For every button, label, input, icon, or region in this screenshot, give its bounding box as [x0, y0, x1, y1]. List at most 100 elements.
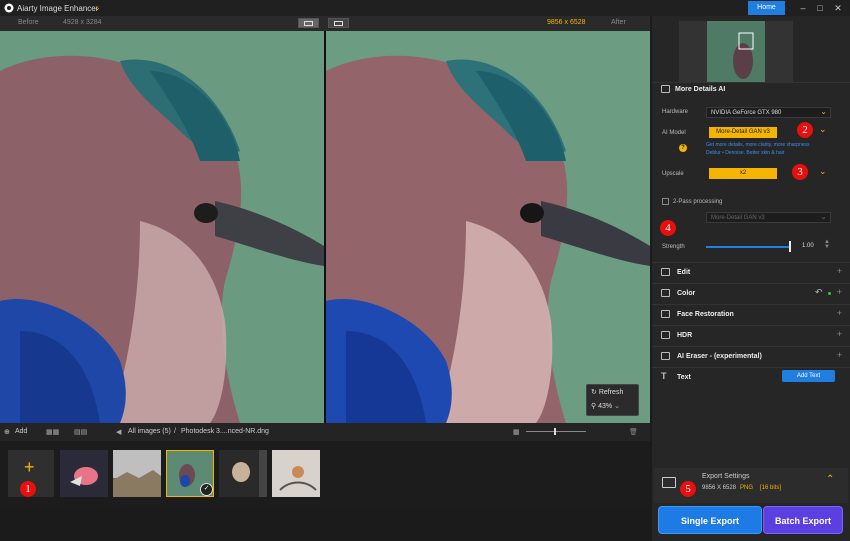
export-settings-icon [662, 477, 676, 488]
maximize-icon[interactable]: □ [814, 2, 826, 14]
stepper-icon[interactable]: ▲ ▼ [824, 239, 830, 250]
upscale-select[interactable]: x2 [709, 168, 777, 179]
before-label: Before [18, 19, 39, 26]
bird-image-before [0, 31, 324, 423]
thumbnail-flamingo[interactable] [60, 450, 108, 497]
strength-label: Strength [662, 244, 685, 250]
hardware-label: Hardware [662, 109, 689, 115]
close-icon[interactable]: ✕ [832, 2, 844, 14]
two-pass-model-value: More-Detail GAN v3 [711, 215, 765, 221]
text-icon: T [661, 371, 667, 381]
hardware-select[interactable]: NVIDIA GeForce GTX 980 ⌄ [706, 107, 831, 118]
film-icon[interactable]: ▤▤ [74, 428, 87, 436]
plus-icon[interactable]: + [837, 329, 842, 339]
add-button[interactable]: Add [15, 428, 27, 435]
plus-icon[interactable]: ⊕ [4, 428, 10, 436]
app-logo-icon [4, 3, 14, 13]
before-image-view[interactable] [0, 31, 324, 423]
chevron-down-icon[interactable]: ⌄ [614, 403, 620, 410]
bird-image-after [326, 31, 650, 423]
app-title: Aiarty Image Enhancer [17, 4, 99, 13]
export-size: 9856 X 6528 [702, 485, 737, 491]
thumbnail-strip: + ✓ 1 [0, 441, 650, 508]
section-edit[interactable]: Edit [677, 269, 690, 276]
side-by-side-button[interactable] [328, 18, 349, 28]
minimize-icon[interactable]: – [797, 2, 809, 14]
section-title-more-details: More Details AI [675, 86, 726, 93]
chevron-up-icon[interactable]: ⌃ [826, 474, 834, 485]
refresh-button[interactable]: Refresh [599, 389, 624, 396]
thumbnail-size-slider[interactable] [526, 431, 586, 432]
zoom-icon: ⚲ [591, 403, 597, 410]
title-bar: Aiarty Image Enhancer ⌄ Home – □ ✕ [0, 0, 850, 16]
zoom-level[interactable]: 43% [598, 403, 612, 410]
split-view-button[interactable] [298, 18, 319, 28]
export-settings-label: Export Settings [702, 473, 750, 480]
all-images-link[interactable]: All images (5) [128, 428, 171, 435]
color-icon [661, 289, 670, 297]
section-text: Text [677, 374, 691, 381]
strength-slider[interactable] [706, 246, 790, 248]
strength-slider-handle[interactable] [789, 241, 791, 252]
face-restoration-icon [661, 310, 670, 318]
thumbnail-small-bird[interactable] [272, 450, 320, 497]
back-icon[interactable]: ◀ [116, 428, 121, 436]
section-color[interactable]: Color [677, 290, 695, 297]
callout-marker-2: 2 [797, 122, 813, 138]
section-face-restoration[interactable]: Face Restoration [677, 311, 734, 318]
upscale-label: Upscale [662, 171, 684, 177]
refresh-icon[interactable]: ↻ [591, 389, 597, 396]
navigator-preview[interactable] [679, 21, 793, 83]
chevron-down-icon[interactable]: ⌄ [94, 3, 101, 12]
plus-icon[interactable]: + [837, 350, 842, 360]
add-text-button[interactable]: Add Text [782, 370, 835, 382]
ai-model-select[interactable]: More-Detail GAN v3 [709, 127, 777, 138]
trash-icon[interactable]: 🗑 [629, 428, 638, 436]
image-icon: ▦ [513, 429, 520, 436]
after-label: After [611, 19, 626, 26]
section-hdr[interactable]: HDR [677, 332, 692, 339]
plus-icon[interactable]: + [837, 266, 842, 276]
two-pass-model-select[interactable]: More-Detail GAN v3 ⌄ [706, 212, 831, 223]
batch-export-button[interactable]: Batch Export [763, 506, 843, 534]
section-ai-eraser[interactable]: AI Eraser - (experimental) [677, 353, 762, 360]
after-size: 9856 x 6528 [547, 19, 586, 26]
home-button[interactable]: Home [748, 1, 785, 15]
slider-handle[interactable] [554, 428, 556, 435]
status-area [0, 508, 650, 541]
grid-icon[interactable]: ▦▦ [46, 428, 59, 436]
chevron-down-icon: ⌄ [820, 212, 827, 221]
zoom-controls: ↻ Refresh ⚲ 43% ⌄ [586, 384, 639, 416]
more-details-icon [661, 85, 670, 93]
plus-icon[interactable]: + [837, 287, 842, 297]
callout-marker-4: 4 [660, 220, 676, 236]
undo-icon[interactable]: ↶ [815, 287, 823, 298]
plus-icon: + [24, 457, 35, 477]
compare-bar: Before 4928 x 3284 9856 x 6528 After [0, 16, 650, 31]
single-export-button[interactable]: Single Export [658, 506, 762, 534]
ai-model-label: AI Model [662, 130, 686, 136]
after-image-view[interactable] [326, 31, 650, 423]
two-pass-label: 2-Pass processing [673, 199, 723, 205]
callout-marker-1: 1 [20, 481, 36, 497]
chevron-down-icon[interactable]: ⌄ [819, 124, 827, 135]
hardware-value: NVIDIA GeForce GTX 980 [711, 110, 782, 116]
chevron-down-icon[interactable]: ⌄ [819, 166, 827, 177]
ai-model-description-1: Get more details, more clarity, more sha… [706, 142, 810, 148]
thumbnail-landscape[interactable] [113, 450, 161, 497]
before-size: 4928 x 3284 [63, 19, 102, 26]
help-icon[interactable]: ? [679, 144, 687, 152]
export-bits: [16 bits] [760, 485, 782, 491]
thumbnail-bird-dark[interactable] [219, 450, 267, 497]
checkmark-icon: ✓ [200, 483, 213, 496]
breadcrumb-separator: / [174, 428, 176, 435]
callout-marker-5: 5 [680, 481, 696, 497]
callout-marker-3: 3 [792, 164, 808, 180]
edit-icon [661, 268, 670, 276]
thumbnail-bird-selected[interactable]: ✓ [166, 450, 214, 497]
two-pass-checkbox[interactable] [662, 198, 669, 205]
plus-icon[interactable]: + [837, 308, 842, 318]
export-format: PNG [740, 485, 754, 491]
strength-value[interactable]: 1.00 [802, 243, 814, 249]
chevron-down-icon: ⌄ [820, 107, 827, 116]
